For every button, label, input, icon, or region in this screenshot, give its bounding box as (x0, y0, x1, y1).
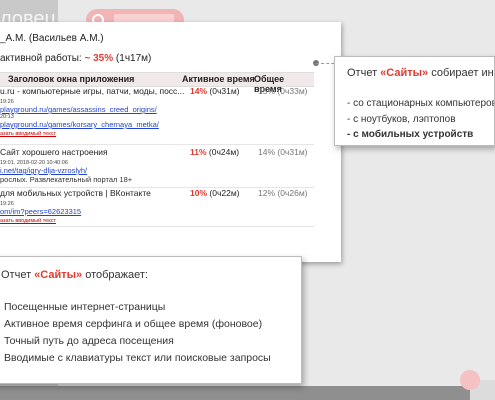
background-red-circle (460, 370, 480, 390)
row-total-time: 12% (0ч26м) (258, 188, 308, 198)
callout-sites-tracks: Отчет «Сайты» отображает: Посещенные инт… (0, 256, 302, 384)
callout-list-item: - со стационарных компьютеров (347, 98, 495, 109)
row-url-link[interactable]: playground.ru/games/assassins_creed_orig… (0, 105, 157, 114)
row-active-duration: (0ч31м) (209, 86, 240, 96)
row-url-link[interactable]: om/im?peers=62623315 (0, 207, 81, 216)
row-active-percent: 14% (190, 86, 208, 96)
report-activity: активной работы: ~ 35% (1ч17м) (0, 53, 151, 64)
row-active-duration: (0ч24м) (208, 147, 240, 157)
activity-duration: (1ч17м) (115, 53, 152, 64)
row-active-time: 14% (0ч31м) (190, 86, 240, 96)
callout-heading: Отчет «Сайты» отображает: (1, 269, 148, 281)
row-page-title: рослых. Развлекательный портал 18+ (0, 175, 133, 184)
sites-report-panel: _А.М. (Васильев А.М.) активной работы: ~… (0, 22, 366, 262)
col-window-title: Заголовок окна приложения (8, 74, 135, 84)
row-title: для мобильных устройств | ВКонтакте (0, 188, 151, 198)
show-typed-text-link[interactable]: азать вводимый текст (0, 218, 56, 224)
row-title: Сайт хорошего настроения (0, 147, 108, 157)
row-total-time: 14% (0ч31м) (258, 147, 308, 157)
callout-heading: Отчет «Сайты» собирает информацию (347, 67, 494, 79)
callout-heading-suffix: отображает: (82, 269, 148, 281)
row-active-time: 10% (0ч22м) (190, 188, 240, 198)
row-active-percent: 10% (190, 188, 208, 198)
callout-list-item: Активное время серфинга и общее время (ф… (4, 318, 263, 330)
activity-label: активной работы: (0, 53, 82, 64)
row-total-time: 15% (0ч33м) (258, 86, 308, 96)
table-row: u.ru - компьютерные игры, патчи, моды, п… (0, 86, 314, 145)
callout-heading-prefix: Отчет (1, 269, 35, 281)
row-url-link[interactable]: playground.ru/games/korsary_chernaya_met… (0, 120, 159, 129)
callout-list-item: Точный путь до адреса посещения (4, 335, 174, 347)
show-typed-text-link[interactable]: азать вводимый текст (0, 131, 56, 137)
callout-heading-accent: «Сайты» (380, 67, 429, 79)
callout-heading-suffix: собирает информацию (431, 67, 494, 79)
report-user: _А.М. (Васильев А.М.) (0, 33, 104, 44)
row-active-percent: 11% (190, 147, 207, 157)
callout-sites-sources: Отчет «Сайты» собирает информацию - со с… (334, 56, 495, 146)
callout-list-item: - с мобильных устройств (347, 129, 474, 140)
callout-list-item: Посещенные интернет-страницы (4, 301, 166, 313)
background-footer (0, 386, 495, 400)
row-title: u.ru - компьютерные игры, патчи, моды, п… (0, 86, 185, 96)
callout-heading-accent: «Сайты» (34, 269, 83, 281)
activity-prefix: ~ (84, 53, 91, 64)
activity-percent: 35% (93, 53, 114, 64)
row-active-time: 11% (0ч24м) (190, 147, 239, 157)
report-table-header: Заголовок окна приложения Активное время… (0, 72, 314, 94)
row-url-link[interactable]: i.net/tag/igry-dlja-vzroslyh/ (0, 166, 87, 175)
table-row: для мобильных устройств | ВКонтакте 10% … (0, 188, 314, 227)
callout-heading-prefix: Отчет (347, 67, 381, 79)
row-active-duration: (0ч22м) (209, 188, 240, 198)
table-row: Сайт хорошего настроения 11% (0ч24м) 14%… (0, 147, 314, 188)
callout-list-item: Вводимые с клавиатуры текст или поисковы… (4, 352, 271, 364)
callout-list-item: - с ноутбуков, лэптопов (347, 114, 456, 125)
col-active-time: Активное время (182, 74, 255, 84)
